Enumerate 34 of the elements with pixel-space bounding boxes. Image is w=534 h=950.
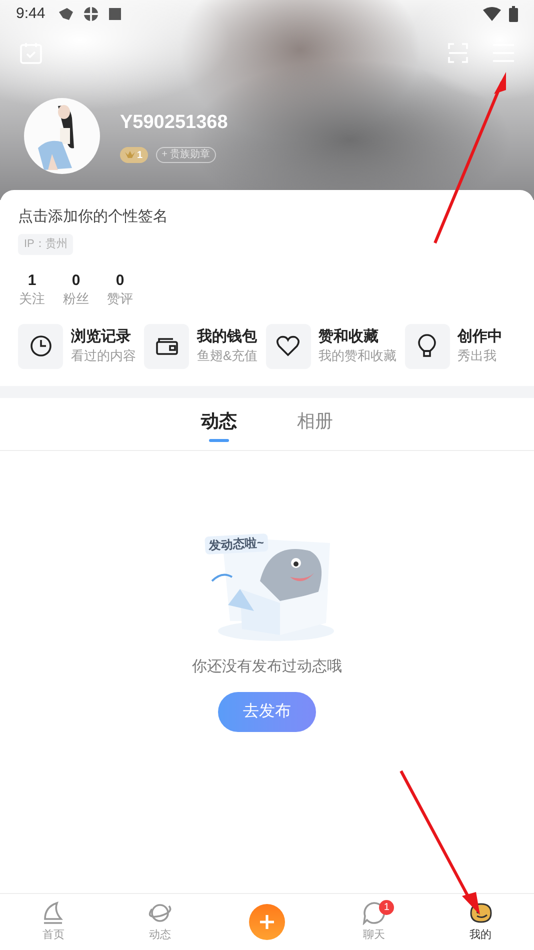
profile-tab[interactable]: 动态 (201, 408, 237, 442)
shortcut-subtitle: 鱼翅&充值 (197, 347, 258, 365)
shortcut-title[interactable]: 赞和收藏 (318, 327, 397, 347)
stat-value: 0 (116, 272, 124, 290)
shortcut-subtitle: 秀出我 (458, 347, 498, 365)
shortcut-title[interactable]: 我的钱包 (197, 327, 258, 347)
shortcut-title[interactable]: 创作中 (458, 327, 503, 347)
stat-value: 1 (28, 272, 36, 290)
plus-icon (260, 915, 274, 929)
stat-label: 赞评 (107, 290, 133, 308)
signature-placeholder[interactable]: 点击添加你的个性签名 (18, 206, 516, 228)
ip-tag: IP：贵州 (18, 234, 74, 254)
shortcut-subtitle: 我的赞和收藏 (318, 347, 397, 365)
profile-tab[interactable]: 相册 (297, 408, 333, 442)
shortcut-tile[interactable] (404, 324, 450, 368)
post-button[interactable] (248, 904, 285, 940)
unread-badge: 1 (379, 900, 394, 915)
sign-label: 发动态啦~ (204, 532, 268, 554)
stat-label: 关注 (19, 290, 45, 308)
chat-bubble-icon (362, 900, 386, 925)
stat-label: 粉丝 (63, 290, 89, 308)
shortcut-tile[interactable] (144, 324, 189, 368)
empty-message: 你还没有发布过动态哦 (192, 656, 342, 676)
heart-icon (276, 335, 300, 357)
nav-tab[interactable]: 聊天 1 (320, 894, 428, 950)
lightbulb-icon (418, 334, 436, 358)
shortcut-title[interactable]: 浏览记录 (71, 327, 136, 347)
sail-icon (41, 900, 66, 925)
shortcut-tile[interactable] (18, 324, 63, 368)
wallet-icon (156, 337, 178, 355)
shortcut-subtitle: 看过的内容 (71, 347, 136, 365)
stat-value: 0 (72, 272, 80, 290)
shortcut-tile[interactable] (266, 324, 311, 368)
clock-icon (30, 335, 52, 357)
